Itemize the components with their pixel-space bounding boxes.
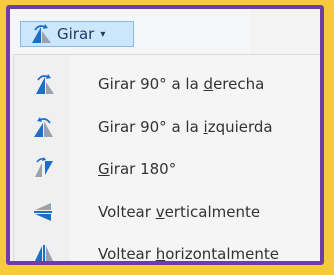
menu-item-flip-vertical[interactable]: Voltear verticalmente [14,194,319,230]
menu-item-rotate-left[interactable]: Girar 90° a la izquierda [14,109,319,145]
rotate-right-90-icon [24,71,64,97]
menu-item-label: Girar 180° [98,160,177,178]
chevron-down-icon: ▾ [100,28,106,40]
menu-item-rotate-180[interactable]: Girar 180° [14,151,319,187]
rotate-dropdown-menu: Girar 90° a la derecha Girar 90° a la iz… [13,54,320,263]
rotate-left-90-icon [24,114,64,140]
menu-item-label: Voltear horizontalmente [98,245,279,263]
flip-vertical-icon [24,199,64,225]
flip-horizontal-icon [24,241,64,261]
rotate-180-icon [24,156,64,182]
menu-item-rotate-right[interactable]: Girar 90° a la derecha [14,66,319,102]
menu-item-label: Girar 90° a la izquierda [98,118,273,136]
menu-item-flip-horizontal[interactable]: Voltear horizontalmente [14,236,319,263]
rotate-right-icon [28,23,54,45]
menu-item-label: Girar 90° a la derecha [98,75,265,93]
rotate-dropdown-button[interactable]: Girar ▾ [20,21,134,47]
menu-item-label: Voltear verticalmente [98,203,261,221]
rotate-button-label: Girar [57,25,95,43]
screenshot-frame: Girar ▾ Girar 90° a la derecha Girar 90°… [6,5,324,265]
